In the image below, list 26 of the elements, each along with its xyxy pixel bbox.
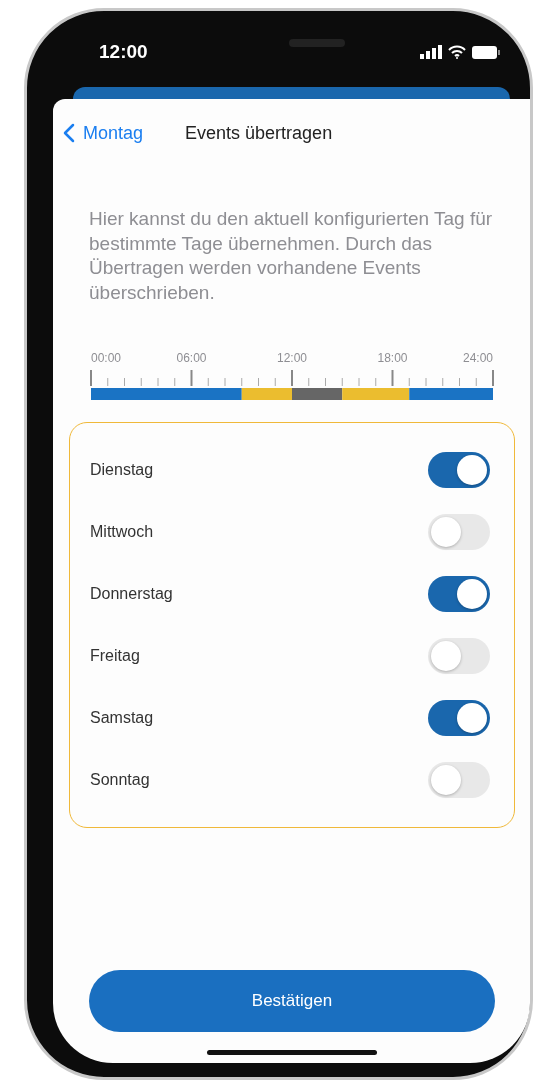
toggle-switch[interactable] <box>428 451 490 488</box>
toggle-switch[interactable] <box>428 575 490 612</box>
time-label: 00:00 <box>91 350 122 365</box>
day-label: Donnerstag <box>90 584 173 603</box>
screen-title: Events übertragen <box>185 122 333 144</box>
time-label: 12:00 <box>277 350 307 365</box>
wifi-icon <box>448 45 466 59</box>
time-label: 24:00 <box>462 350 493 365</box>
day-label: Mittwoch <box>90 522 154 541</box>
toggle-switch[interactable] <box>428 513 490 550</box>
back-button[interactable]: Montag <box>63 122 144 144</box>
toggle-switch[interactable] <box>428 637 490 674</box>
status-time: 12:00 <box>99 41 148 63</box>
day-label: Freitag <box>90 646 140 665</box>
day-label: Dienstag <box>90 460 154 479</box>
toggle-switch[interactable] <box>428 761 490 798</box>
battery-icon <box>472 45 500 59</box>
confirm-button[interactable]: Bestätigen <box>89 970 495 1032</box>
day-label: Sonntag <box>90 770 150 789</box>
time-label: 06:00 <box>176 350 207 365</box>
chevron-left-icon <box>63 123 75 143</box>
description-text: Hier kannst du den aktuell konfigurierten Tag für bestimmte Tage übernehmen. Durch das Übertragen werden vorhandene Events überschrieben. <box>89 207 493 306</box>
day-label: Samstag <box>90 708 154 727</box>
signal-icon <box>420 45 442 59</box>
time-label: 18:00 <box>377 350 408 365</box>
toggle-switch[interactable] <box>428 699 490 736</box>
